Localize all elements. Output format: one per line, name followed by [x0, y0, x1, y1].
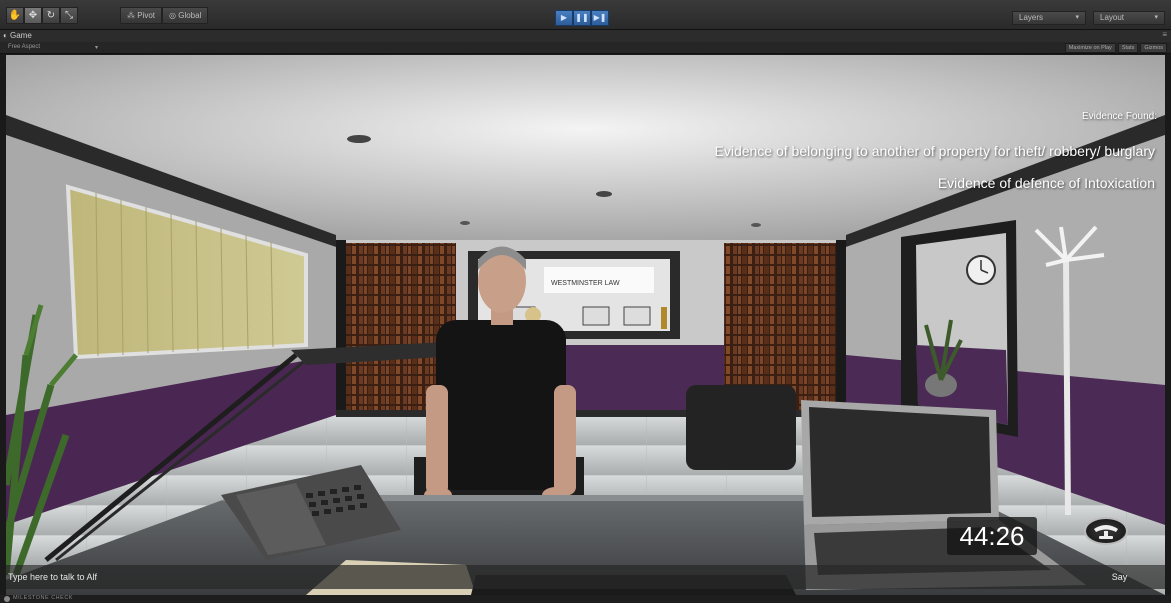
phone-icon[interactable]: [1084, 517, 1128, 545]
layers-dropdown[interactable]: Layers ▾: [1012, 11, 1086, 25]
tab-menu-icon[interactable]: ≡: [1162, 30, 1167, 39]
play-controls: ▶ ❚❚ ▶❚: [555, 10, 609, 26]
maximize-on-play-button[interactable]: Maximize on Play: [1064, 43, 1116, 53]
evidence-item: Evidence of belonging to another of prop…: [714, 143, 1156, 159]
tab-game[interactable]: Game: [10, 31, 32, 40]
telephone-handset-icon: [1094, 525, 1118, 539]
chat-input[interactable]: [6, 565, 1074, 589]
evidence-heading: Evidence Found:: [1081, 111, 1157, 122]
status-info-icon: [4, 596, 10, 602]
pause-icon[interactable]: ❚❚: [573, 10, 591, 26]
say-button[interactable]: Say: [1074, 565, 1165, 589]
editor-toolbar: ✋ ✥ ↻ ⤡ ⁂ Pivot ◎ Global ▶ ❚❚ ▶❚ Layers …: [0, 0, 1171, 30]
global-label: Global: [178, 11, 202, 20]
game-tab-bar: ◐ Game ≡: [0, 30, 1171, 42]
global-button[interactable]: ◎ Global: [162, 7, 209, 24]
countdown-timer: 44:26: [947, 517, 1037, 555]
layout-label: Layout: [1100, 13, 1125, 22]
rotate-tool-icon[interactable]: ↻: [42, 7, 60, 24]
pivot-toggle-group: ⁂ Pivot ◎ Global: [120, 7, 209, 24]
chevron-down-icon: ▾: [95, 45, 99, 51]
status-bar: MILESTONE CHECK: [0, 595, 1171, 603]
step-icon[interactable]: ▶❚: [591, 10, 609, 26]
office-scene: WESTMINSTER LAW: [6, 55, 1165, 595]
aspect-dropdown[interactable]: Free Aspect: [8, 44, 40, 50]
chevron-down-icon: ▾: [1154, 14, 1158, 21]
westminster-law-sign: WESTMINSTER LAW: [551, 280, 620, 287]
game-viewport[interactable]: WESTMINSTER LAW Evidence Found: Evidence…: [6, 55, 1165, 595]
evidence-item: Evidence of defence of Intoxication: [937, 175, 1155, 191]
game-view-options: Free Aspect ▾ Maximize on Play Stats Giz…: [0, 42, 1171, 54]
stats-button[interactable]: Stats: [1117, 43, 1139, 53]
pivot-label: Pivot: [137, 11, 156, 20]
transform-tools: ✋ ✥ ↻ ⤡: [6, 7, 78, 24]
pivot-button[interactable]: ⁂ Pivot: [120, 7, 163, 24]
move-tool-icon[interactable]: ✥: [24, 7, 42, 24]
status-message: MILESTONE CHECK: [13, 595, 73, 601]
layout-dropdown[interactable]: Layout ▾: [1093, 11, 1165, 25]
layers-label: Layers: [1019, 13, 1044, 22]
hand-tool-icon[interactable]: ✋: [6, 7, 24, 24]
game-option-buttons: Maximize on Play Stats Gizmos: [1064, 43, 1167, 53]
game-tab-icon: ◐: [3, 31, 8, 40]
chevron-down-icon: ▾: [1075, 14, 1079, 21]
scale-tool-icon[interactable]: ⤡: [60, 7, 78, 24]
gizmos-button[interactable]: Gizmos: [1140, 43, 1167, 53]
play-icon[interactable]: ▶: [555, 10, 573, 26]
